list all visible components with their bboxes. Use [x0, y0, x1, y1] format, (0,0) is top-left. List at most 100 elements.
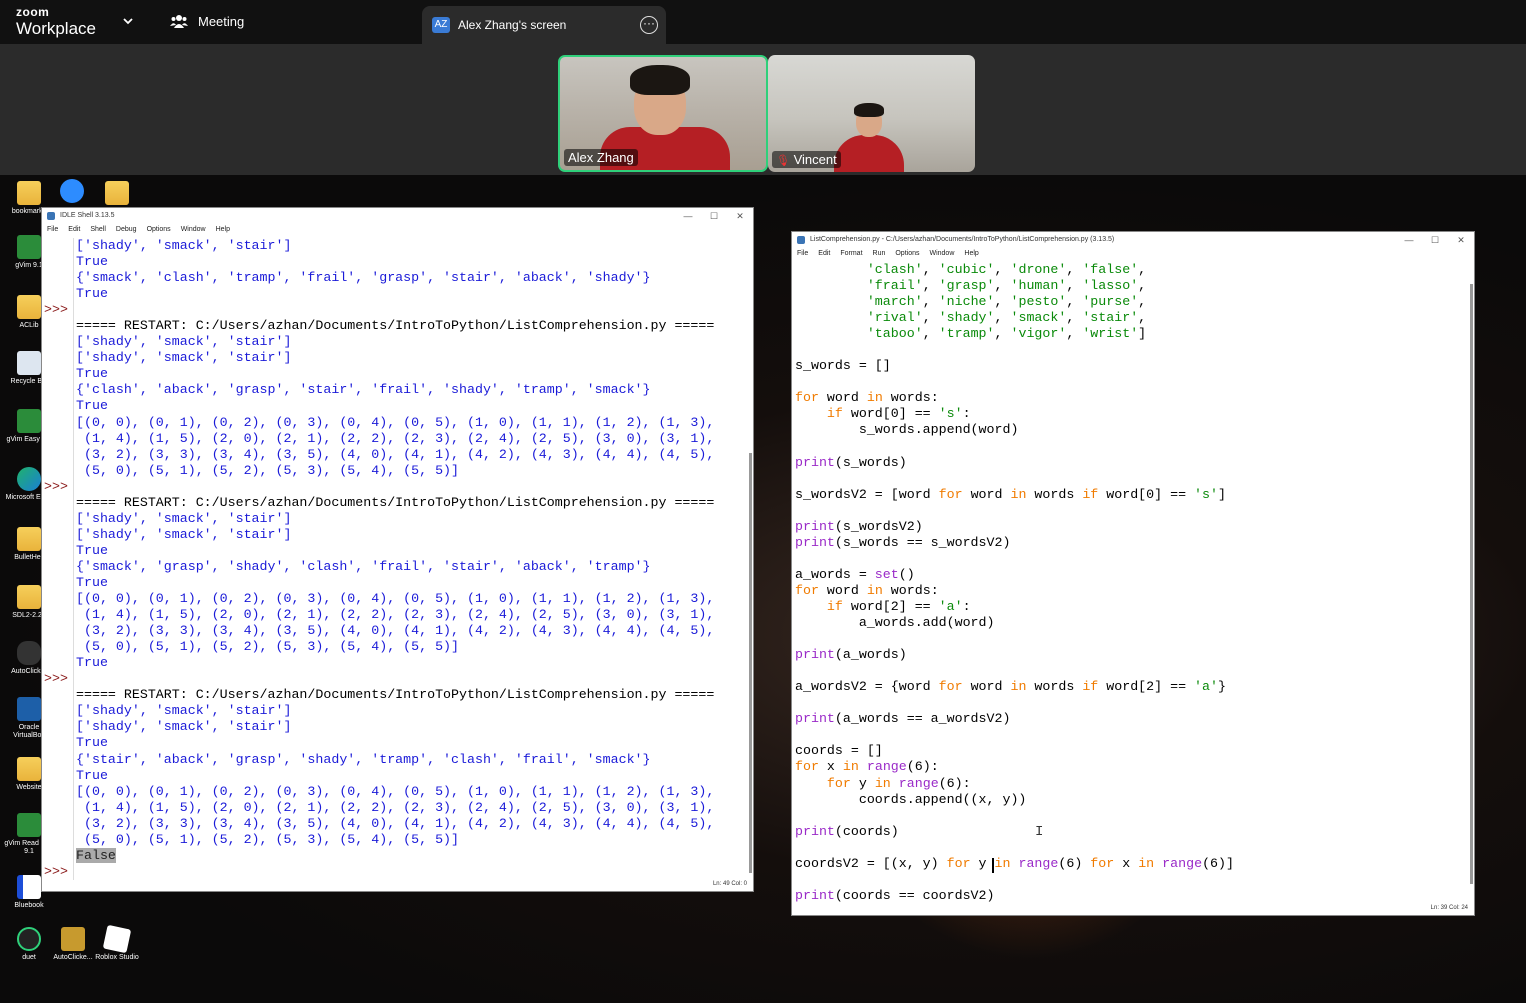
roblox-icon [102, 924, 132, 954]
muted-mic-icon: 🎙 [776, 155, 790, 167]
scrollbar[interactable] [749, 453, 752, 873]
code-token: if [826, 406, 843, 422]
code-token: (a_words == a_wordsV2) [834, 711, 1011, 727]
minimize-icon[interactable]: — [1396, 232, 1422, 248]
code-token: coordsV2 = [(x, y) [795, 855, 947, 871]
prompt-blank [44, 784, 74, 800]
shell-line: True [76, 398, 714, 414]
prompt-blank [44, 238, 74, 254]
code-token: , [1066, 326, 1083, 342]
idle-shell-window[interactable]: IDLE Shell 3.13.5 — ☐ ✕ File Edit Shell Deb… [41, 207, 754, 892]
code-token: if [1082, 679, 1099, 695]
shell-line: ['shady', 'smack', 'stair'] [76, 350, 714, 366]
menu-bar: File Edit Format Run Options Window Help [792, 248, 1474, 260]
code-token: , [1138, 310, 1147, 326]
shell-line: (3, 2), (3, 3), (3, 4), (3, 5), (4, 0), … [76, 816, 714, 832]
code-token: y [970, 855, 995, 871]
zoom-logo[interactable]: zoom Workplace [16, 6, 96, 37]
shell-line-text: ['shady', 'smack', 'stair'] [76, 334, 292, 350]
video-tile-vincent[interactable]: 🎙 Vincent [768, 55, 975, 172]
menu-item-window[interactable]: Window [181, 224, 206, 236]
prompt-blank [44, 415, 74, 431]
minimize-icon[interactable]: — [675, 208, 701, 224]
desktop-icon[interactable] [47, 179, 97, 206]
menu-item-shell[interactable]: Shell [90, 224, 106, 236]
shell-line-text: (3, 2), (3, 3), (3, 4), (3, 5), (4, 0), … [76, 446, 715, 462]
code-line: print(s_wordsV2) [795, 519, 1234, 535]
menu-item-options[interactable]: Options [147, 224, 171, 236]
shell-line: {'smack', 'grasp', 'shady', 'clash', 'fr… [76, 559, 714, 575]
video-tile-alex[interactable]: Alex Zhang [558, 55, 768, 172]
code-token: in [1138, 855, 1155, 871]
more-options-icon[interactable]: ··· [640, 16, 658, 34]
menu-item-options[interactable]: Options [895, 248, 919, 260]
shell-prompt: >>> [44, 302, 68, 318]
code-editor[interactable]: 'clash', 'cubic', 'drone', 'false', 'fra… [795, 262, 1465, 904]
shell-output[interactable]: >>> >>> >>> >>> ['shady', 'smack', 'stair']… [42, 238, 747, 880]
shell-line-text: {'smack', 'clash', 'tramp', 'frail', 'gr… [76, 270, 651, 286]
close-icon[interactable]: ✕ [727, 208, 753, 224]
code-line: a_words = set() [795, 567, 1234, 583]
menu-item-window[interactable]: Window [929, 248, 954, 260]
menu-item-debug[interactable]: Debug [116, 224, 137, 236]
desktop-icon[interactable] [92, 181, 142, 208]
presenter-avatar: AZ [432, 17, 450, 33]
window-title-bar[interactable]: ListComprehension.py - C:/Users/azhan/Do… [792, 232, 1474, 248]
menu-item-format[interactable]: Format [840, 248, 862, 260]
menu-item-help[interactable]: Help [216, 224, 230, 236]
video-figure [834, 135, 904, 172]
maximize-icon[interactable]: ☐ [1422, 232, 1448, 248]
code-line: coordsV2 = [(x, y) for y in range(6) for… [795, 856, 1234, 872]
participants-icon [170, 15, 188, 28]
code-token: in [866, 582, 883, 598]
participant-name: Vincent [793, 152, 837, 167]
desktop-icon[interactable]: Roblox Studio [92, 924, 142, 962]
shell-line: (1, 4), (1, 5), (2, 0), (2, 1), (2, 2), … [76, 431, 714, 447]
code-token: , [922, 262, 939, 277]
screen-share-tab[interactable]: AZ Alex Zhang's screen ··· [422, 6, 666, 44]
code-line: 'march', 'niche', 'pesto', 'purse', [795, 294, 1234, 310]
meeting-tab[interactable]: Meeting [170, 13, 244, 29]
close-icon[interactable]: ✕ [1448, 232, 1474, 248]
chevron-down-icon[interactable] [120, 13, 136, 29]
video-figure [854, 103, 884, 117]
desktop-icon[interactable]: duet [4, 927, 54, 962]
code-token: in [1010, 486, 1027, 502]
shell-line-text: ===== RESTART: C:/Users/azhan/Documents/… [76, 687, 715, 703]
shell-line-text: (1, 4), (1, 5), (2, 0), (2, 1), (2, 2), … [76, 430, 715, 446]
vim-icon [17, 235, 41, 259]
shell-line: ['shady', 'smack', 'stair'] [76, 719, 714, 735]
menu-item-help[interactable]: Help [964, 248, 978, 260]
menu-item-edit[interactable]: Edit [818, 248, 830, 260]
shell-line: ===== RESTART: C:/Users/azhan/Documents/… [76, 318, 714, 334]
status-bar: Ln: 49 Col: 0 [712, 881, 747, 887]
code-token: 'a' [938, 598, 963, 614]
prompt-blank [44, 318, 74, 334]
shell-line: (1, 4), (1, 5), (2, 0), (2, 1), (2, 2), … [76, 800, 714, 816]
maximize-icon[interactable]: ☐ [701, 208, 727, 224]
prompt-blank [44, 703, 74, 719]
python-icon [797, 236, 805, 244]
menu-item-run[interactable]: Run [873, 248, 886, 260]
prompt-blank [44, 270, 74, 286]
editor-window[interactable]: ListComprehension.py - C:/Users/azhan/Do… [791, 231, 1475, 916]
code-token: words [1026, 486, 1083, 502]
scrollbar[interactable] [1470, 284, 1473, 884]
code-token: (6) [1058, 855, 1091, 871]
prompt-blank [44, 607, 74, 623]
menu-item-file[interactable]: File [47, 224, 58, 236]
bluebook-icon [17, 875, 41, 899]
menu-item-file[interactable]: File [797, 248, 808, 260]
code-line: if word[2] == 'a': [795, 599, 1234, 615]
code-token: (s_wordsV2) [834, 518, 923, 534]
menu-item-edit[interactable]: Edit [68, 224, 80, 236]
window-title-bar[interactable]: IDLE Shell 3.13.5 — ☐ ✕ [42, 208, 753, 224]
prompt-blank [44, 543, 74, 559]
code-token: for [795, 390, 819, 406]
code-token: word [818, 582, 867, 598]
desktop-icon[interactable]: AutoClicke... [48, 927, 98, 962]
